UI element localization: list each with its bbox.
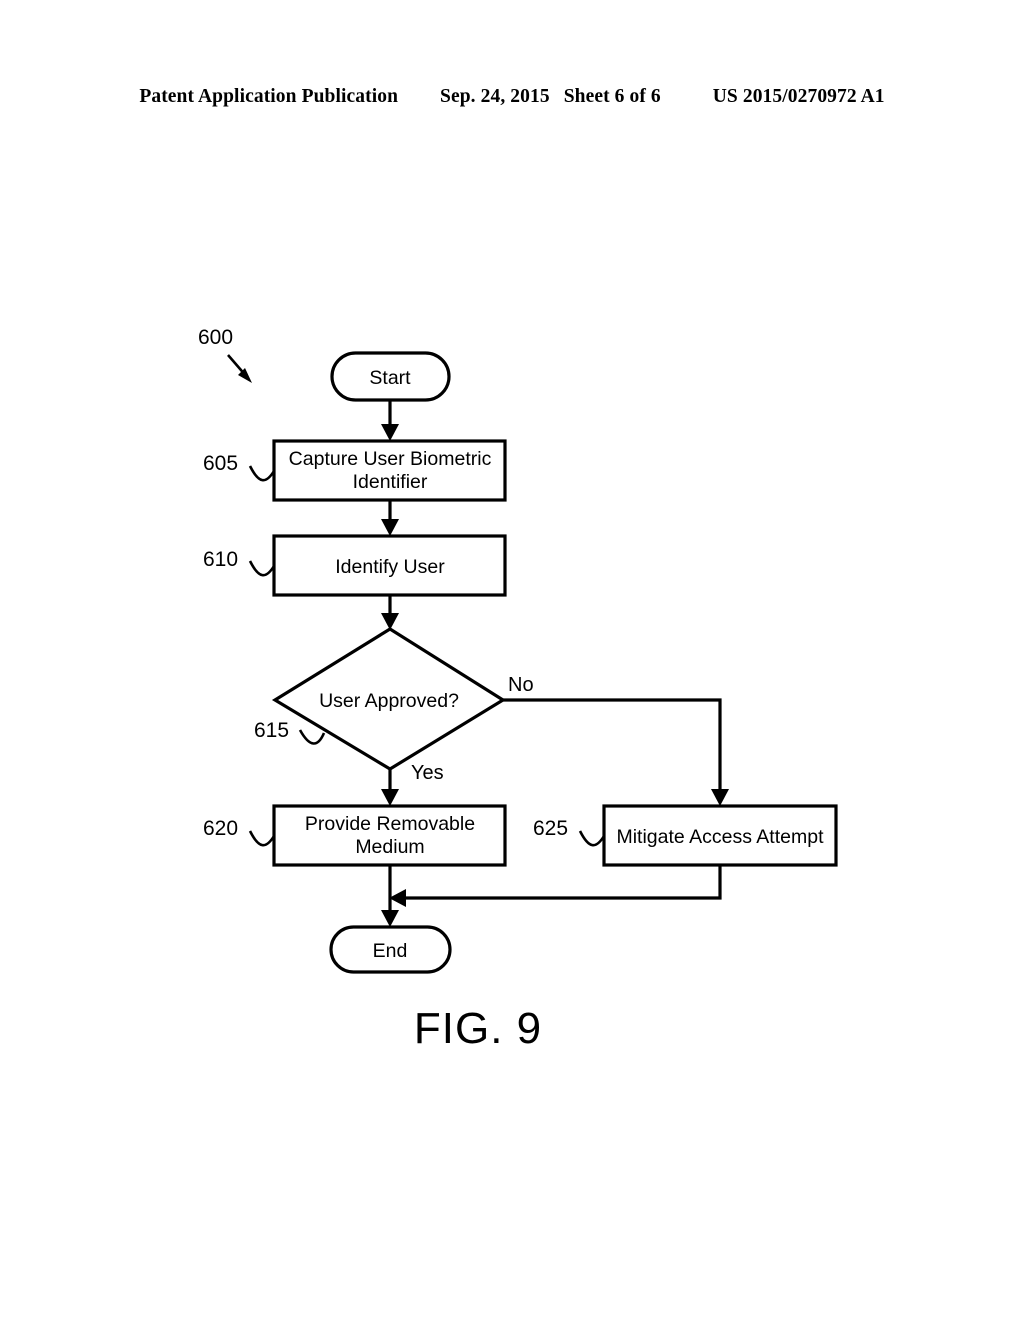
node-capture-label-line2: Identifier	[353, 471, 428, 493]
connector-mitigate-to-end-merge	[401, 865, 722, 900]
connector-provide-to-end-arrowhead	[381, 910, 399, 927]
figure-caption: FIG. 9	[414, 1004, 542, 1053]
connector-decision-yes-arrowhead	[381, 789, 399, 806]
node-capture-ref-leader	[248, 465, 276, 482]
node-identify-ref-label: 610	[203, 548, 238, 571]
node-mitigate-label: Mitigate Access Attempt	[616, 826, 824, 848]
branch-label-yes: Yes	[411, 762, 444, 784]
node-decision-ref-label: 615	[254, 719, 289, 742]
node-start-label: Start	[369, 367, 411, 389]
branch-label-no: No	[508, 674, 534, 696]
node-provide-label-line2: Medium	[355, 836, 424, 858]
node-identify-ref-leader	[248, 560, 276, 577]
node-end-label: End	[373, 940, 408, 962]
node-mitigate-ref-leader	[578, 830, 606, 847]
connector-capture-to-identify-arrowhead	[381, 519, 399, 536]
flowchart-figure: 600 Start Capture User Biometric Identif…	[0, 0, 1024, 1320]
node-identify-label: Identify User	[335, 556, 445, 578]
node-capture-label-line1: Capture User Biometric	[289, 448, 492, 470]
connector-decision-no-arrowhead	[711, 789, 729, 806]
diagram-ref-600-label: 600	[198, 326, 233, 349]
node-decision-label: User Approved?	[319, 690, 459, 712]
connector-decision-no-to-mitigate	[503, 698, 722, 795]
node-provide-label-line1: Provide Removable	[305, 813, 475, 835]
node-mitigate-ref-label: 625	[533, 817, 568, 840]
connector-start-to-capture-arrowhead	[381, 424, 399, 441]
node-decision-ref-leader	[298, 729, 326, 745]
node-capture-ref-label: 605	[203, 452, 238, 475]
node-provide-ref-leader	[248, 830, 276, 847]
node-provide-ref-label: 620	[203, 817, 238, 840]
